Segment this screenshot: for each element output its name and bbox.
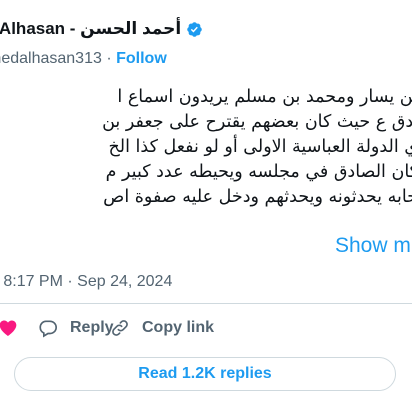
action-bar: Reply Copy link — [0, 318, 412, 344]
reply-icon — [39, 320, 58, 338]
separator-dot: · — [106, 50, 112, 67]
tweet-text-line: ي الدولة العباسية الاولى أو لو نفعل كذا … — [108, 137, 412, 157]
show-more-link[interactable]: Show m — [335, 234, 411, 258]
reply-label: Reply — [70, 319, 114, 336]
copy-link-button[interactable]: Copy link — [110, 318, 214, 338]
copy-link-label: Copy link — [142, 319, 215, 336]
tweet-text-line: كان الصادق في مجلسه ويحيطه عدد كبير م — [105, 162, 412, 182]
tweet-text: بن يسار ومحمد بن مسلم يريدون اسماع ا ادق… — [0, 85, 412, 210]
tweet-text-line: بن يسار ومحمد بن مسلم يريدون اسماع ا — [117, 87, 412, 107]
author-line: ed Alhasan - أحمد الحسن — [0, 19, 203, 39]
author-name[interactable]: ed Alhasan - أحمد الحسن — [0, 19, 181, 39]
tweet-text-line: ادق ع حيث كان بعضهم يقترح على جعفر بن — [102, 112, 412, 132]
verified-badge-icon — [187, 21, 203, 37]
like-button[interactable] — [0, 318, 30, 338]
follow-button[interactable]: Follow — [116, 50, 167, 67]
divider — [0, 303, 412, 304]
link-icon — [112, 320, 128, 336]
read-replies-button[interactable]: Read 1.2K replies — [14, 357, 396, 391]
tweet-text-line: حابه يحدثونه ويحدثهم ودخل عليه صفوة اص — [103, 187, 412, 207]
reply-button[interactable]: Reply — [38, 318, 114, 338]
heart-icon — [0, 320, 17, 337]
tweet-timestamp[interactable]: d 8:17 PM · Sep 24, 2024 — [0, 273, 172, 291]
handle-line: medalhasan313 · Follow — [0, 50, 167, 68]
author-handle[interactable]: medalhasan313 — [0, 50, 102, 67]
tweet-card: ed Alhasan - أحمد الحسن medalhasan313 · … — [0, 0, 412, 412]
